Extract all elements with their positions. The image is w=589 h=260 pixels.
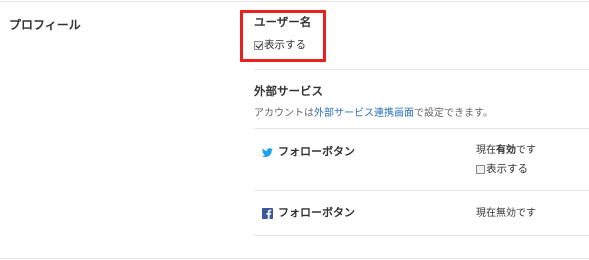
divider: [254, 235, 589, 236]
twitter-follow-label: フォローボタン: [278, 145, 355, 158]
top-divider: [0, 1, 589, 2]
divider: [254, 69, 589, 70]
external-services-title: 外部サービス: [254, 84, 323, 98]
twitter-follow-row: フォローボタン: [262, 145, 355, 159]
bottom-divider: [0, 258, 589, 259]
facebook-icon: [262, 207, 273, 219]
twitter-status-prefix: 現在: [476, 145, 496, 156]
twitter-bird-icon: [262, 147, 273, 157]
twitter-display-label: 表示する: [486, 163, 528, 175]
highlight-box: [240, 10, 326, 62]
twitter-display-option[interactable]: 表示する: [476, 162, 528, 176]
twitter-status-value: 有効: [496, 145, 516, 156]
desc-text-before: アカウントは: [254, 108, 314, 119]
desc-text-after: で設定できます。: [414, 108, 493, 119]
divider: [254, 128, 589, 129]
external-services-description: アカウントは外部サービス連携画面で設定できます。: [254, 107, 493, 121]
divider: [254, 190, 589, 191]
external-services-link[interactable]: 外部サービス連携画面: [314, 108, 414, 119]
twitter-status: 現在有効です: [476, 144, 536, 158]
twitter-display-checkbox[interactable]: [476, 164, 485, 174]
facebook-follow-row: フォローボタン: [262, 206, 355, 220]
section-title-profile: プロフィール: [9, 18, 81, 32]
twitter-display-setting: 表示する: [476, 162, 528, 176]
external-services-block: 外部サービス: [254, 83, 323, 99]
facebook-status: 現在無効です: [476, 208, 536, 219]
twitter-status-suffix: です: [516, 145, 536, 156]
profile-settings-page: プロフィール ユーザー名 表示する 外部サービス アカウントは外部サービス連携画…: [0, 0, 589, 260]
facebook-follow-label: フォローボタン: [278, 206, 355, 219]
